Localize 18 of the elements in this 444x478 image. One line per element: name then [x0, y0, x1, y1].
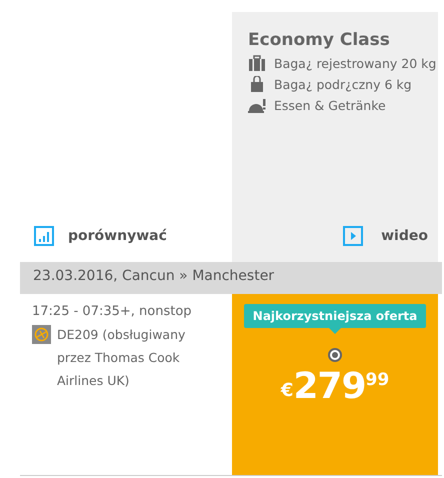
airline-logo-icon — [32, 325, 51, 344]
radio-button[interactable] — [328, 348, 342, 362]
bag-icon — [248, 76, 266, 92]
flight-details: DE209 (obsługiwany przez Thomas Cook Airlines UK) — [57, 326, 186, 390]
feature-text: Baga¿ rejestrowany 20 kg — [274, 56, 436, 70]
feature-text: Essen & Getränke — [274, 98, 386, 112]
cloche-icon — [248, 97, 266, 113]
feature-text: Baga¿ podr¿czny 6 kg — [274, 76, 412, 92]
compare-link[interactable]: porównywać — [34, 226, 232, 246]
suitcase-icon — [248, 55, 266, 71]
flight-times: 17:25 - 07:35+, nonstop — [32, 303, 193, 321]
route-header: 23.03.2016, Cancun » Manchester — [20, 262, 442, 294]
fare-class-title: Economy Class — [248, 30, 391, 50]
video-link[interactable]: wideo — [343, 226, 428, 246]
badge-pointer-icon — [329, 328, 341, 334]
play-icon — [343, 226, 364, 246]
best-offer-badge: Najkorzystniejsza oferta — [244, 304, 426, 328]
bar-chart-icon — [34, 226, 54, 246]
